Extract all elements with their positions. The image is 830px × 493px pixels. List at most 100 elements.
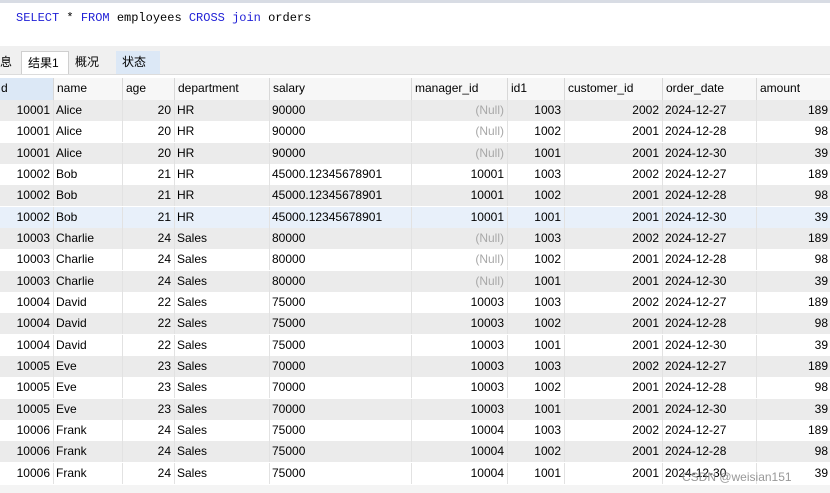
cell-id1[interactable]: 1001 [508, 462, 565, 484]
cell-id1[interactable]: 1003 [508, 100, 565, 121]
cell-department[interactable]: HR [175, 142, 270, 164]
cell-d[interactable]: 10002 [0, 185, 54, 207]
table-row[interactable]: 10005 Eve 23 Sales 70000 10003 1003 2002 2024-12… [0, 355, 830, 377]
cell-amount[interactable]: 39 [757, 271, 830, 292]
cell-manager-id[interactable]: 10003 [412, 355, 508, 377]
cell-age[interactable]: 20 [123, 100, 175, 121]
cell-salary[interactable]: 70000 [270, 355, 412, 377]
cell-amount[interactable]: 189 [757, 228, 830, 249]
cell-order-date[interactable]: 2024-12-27 [663, 291, 757, 313]
cell-amount[interactable]: 39 [757, 399, 830, 420]
cell-manager-id[interactable]: (Null) [412, 142, 508, 164]
cell-manager-id[interactable]: 10004 [412, 441, 508, 463]
cell-age[interactable]: 22 [123, 291, 175, 313]
cell-age[interactable]: 24 [123, 249, 175, 271]
cell-id1[interactable]: 1001 [508, 206, 565, 228]
cell-manager-id[interactable]: 10004 [412, 462, 508, 484]
cell-d[interactable]: 10005 [0, 377, 54, 399]
cell-amount[interactable]: 39 [757, 207, 830, 228]
cell-d[interactable]: 10005 [0, 398, 54, 420]
cell-amount[interactable]: 189 [757, 164, 830, 185]
cell-order-date[interactable]: 2024-12-30 [663, 142, 757, 164]
cell-manager-id[interactable]: (Null) [412, 227, 508, 249]
cell-name[interactable]: Bob [54, 163, 123, 185]
table-row[interactable]: 10003 Charlie 24 Sales 80000 (Null) 1003 2002 20… [0, 227, 830, 249]
cell-amount[interactable]: 189 [757, 356, 830, 377]
cell-name[interactable]: Alice [54, 121, 123, 143]
cell-customer-id[interactable]: 2001 [565, 334, 663, 356]
cell-manager-id[interactable]: 10003 [412, 377, 508, 399]
cell-name[interactable]: Charlie [54, 249, 123, 271]
cell-amount[interactable]: 189 [757, 292, 830, 313]
cell-customer-id[interactable]: 2001 [565, 121, 663, 143]
tab-result-1[interactable]: 结果1 [21, 51, 69, 74]
cell-order-date[interactable]: 2024-12-27 [663, 355, 757, 377]
cell-age[interactable]: 23 [123, 398, 175, 420]
column-header-customer-id[interactable]: customer_id [565, 78, 663, 100]
cell-order-date[interactable]: 2024-12-27 [663, 227, 757, 249]
cell-age[interactable]: 21 [123, 163, 175, 185]
cell-department[interactable]: HR [175, 206, 270, 228]
cell-customer-id[interactable]: 2002 [565, 100, 663, 121]
cell-order-date[interactable]: 2024-12-28 [663, 377, 757, 399]
cell-d[interactable]: 10003 [0, 249, 54, 271]
column-header-manager-id[interactable]: manager_id [412, 78, 508, 100]
cell-department[interactable]: Sales [175, 398, 270, 420]
cell-name[interactable]: Frank [54, 462, 123, 484]
table-row[interactable]: 10002 Bob 21 HR 45000.12345678901 10001 1001 20… [0, 206, 830, 228]
cell-salary[interactable]: 75000 [270, 441, 412, 463]
cell-manager-id[interactable]: 10001 [412, 206, 508, 228]
cell-salary[interactable]: 45000.12345678901 [270, 185, 412, 207]
cell-salary[interactable]: 45000.12345678901 [270, 206, 412, 228]
cell-customer-id[interactable]: 2002 [565, 227, 663, 249]
cell-order-date[interactable]: 2024-12-28 [663, 121, 757, 143]
cell-department[interactable]: Sales [175, 291, 270, 313]
cell-amount[interactable]: 39 [757, 143, 830, 164]
cell-salary[interactable]: 70000 [270, 398, 412, 420]
cell-id1[interactable]: 1003 [508, 291, 565, 313]
cell-department[interactable]: HR [175, 185, 270, 207]
cell-salary[interactable]: 90000 [270, 142, 412, 164]
cell-age[interactable]: 24 [123, 419, 175, 441]
cell-id1[interactable]: 1002 [508, 313, 565, 335]
table-row[interactable]: 10004 David 22 Sales 75000 10003 1001 2001 2024-… [0, 334, 830, 356]
cell-age[interactable]: 24 [123, 441, 175, 463]
cell-age[interactable]: 24 [123, 227, 175, 249]
cell-d[interactable]: 10002 [0, 206, 54, 228]
cell-order-date[interactable]: 2024-12-30 [663, 270, 757, 292]
column-header-id1[interactable]: id1 [508, 78, 565, 100]
cell-manager-id[interactable]: 10001 [412, 163, 508, 185]
column-header-salary[interactable]: salary [270, 78, 412, 100]
cell-age[interactable]: 20 [123, 142, 175, 164]
cell-order-date[interactable]: 2024-12-30 [663, 334, 757, 356]
cell-id1[interactable]: 1002 [508, 121, 565, 143]
table-row[interactable]: 10005 Eve 23 Sales 70000 10003 1001 2001 2024-12… [0, 398, 830, 420]
cell-age[interactable]: 23 [123, 377, 175, 399]
cell-name[interactable]: Charlie [54, 270, 123, 292]
cell-name[interactable]: Eve [54, 398, 123, 420]
cell-customer-id[interactable]: 2001 [565, 249, 663, 271]
cell-customer-id[interactable]: 2002 [565, 291, 663, 313]
cell-id1[interactable]: 1002 [508, 377, 565, 399]
cell-id1[interactable]: 1001 [508, 142, 565, 164]
cell-order-date[interactable]: 2024-12-27 [663, 163, 757, 185]
cell-salary[interactable]: 80000 [270, 227, 412, 249]
cell-amount[interactable]: 98 [757, 377, 830, 398]
cell-department[interactable]: Sales [175, 419, 270, 441]
cell-age[interactable]: 21 [123, 185, 175, 207]
cell-order-date[interactable]: 2024-12-28 [663, 185, 757, 207]
sql-query-line[interactable]: SELECT * FROM employees CROSS join order… [16, 11, 311, 25]
cell-name[interactable]: Charlie [54, 227, 123, 249]
cell-department[interactable]: Sales [175, 355, 270, 377]
cell-d[interactable]: 10004 [0, 334, 54, 356]
cell-salary[interactable]: 90000 [270, 121, 412, 143]
cell-name[interactable]: Frank [54, 419, 123, 441]
cell-salary[interactable]: 70000 [270, 377, 412, 399]
cell-department[interactable]: HR [175, 163, 270, 185]
cell-order-date[interactable]: 2024-12-28 [663, 313, 757, 335]
cell-age[interactable]: 21 [123, 206, 175, 228]
cell-department[interactable]: HR [175, 100, 270, 121]
cell-amount[interactable]: 39 [757, 335, 830, 356]
table-row[interactable]: 10005 Eve 23 Sales 70000 10003 1002 2001 2024-12… [0, 377, 830, 399]
cell-order-date[interactable]: 2024-12-27 [663, 100, 757, 121]
